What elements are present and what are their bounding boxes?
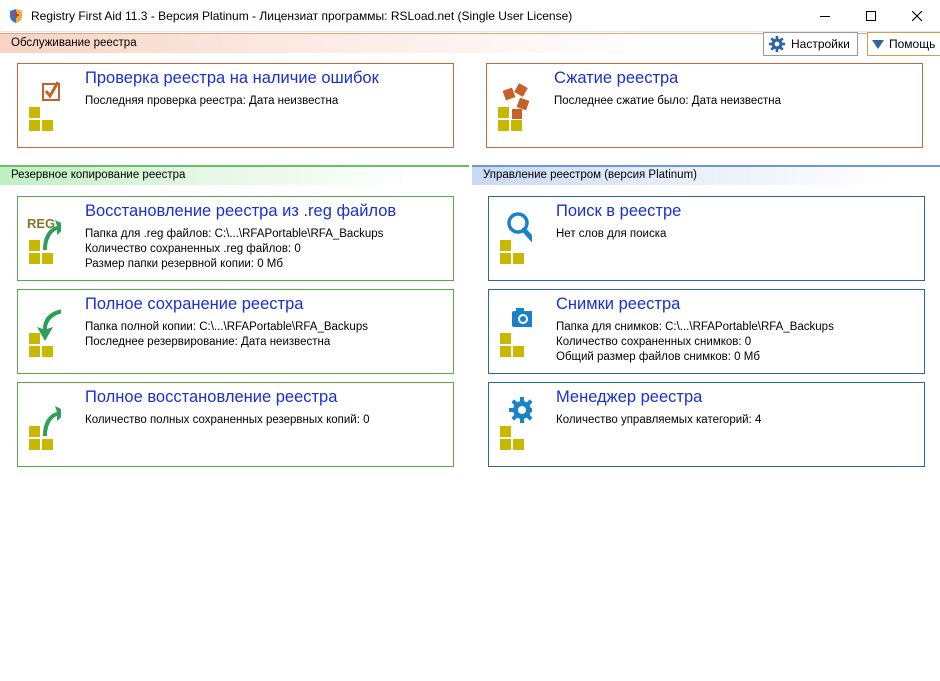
full-restore-count: Количество полных сохраненных резервных … [85, 414, 370, 426]
restore-arrow-icon [29, 406, 61, 450]
triangle-down-icon [872, 40, 884, 49]
restore-reg-title: Восстановление реестра из .reg файлов [85, 202, 397, 220]
full-restore-title: Полное восстановление реестра [85, 388, 338, 406]
restore-reg-size: Размер папки резервной копии: 0 Мб [85, 258, 283, 270]
registry-check-status: Последняя проверка реестра: Дата неизвес… [85, 95, 339, 107]
registry-search-status: Нет слов для поиска [556, 228, 667, 240]
registry-snapshots-count: Количество сохраненных снимков: 0 [556, 336, 752, 348]
registry-snapshots-folder: Папка для снимков: C:\...\RFAPortable\RF… [556, 321, 834, 333]
close-icon [912, 11, 922, 21]
title-bar: Registry First Aid 11.3 - Версия Platinu… [0, 0, 940, 32]
svg-text:REG: REG [27, 216, 55, 231]
full-restore-card[interactable]: Полное восстановление реестра Количество… [17, 382, 454, 467]
full-save-folder: Папка полной копии: C:\...\RFAPortable\R… [85, 321, 368, 333]
compress-blocks-icon [498, 83, 530, 131]
minimize-icon [820, 16, 830, 17]
gear-icon [768, 35, 786, 53]
registry-snapshots-size: Общий размер файлов снимков: 0 Мб [556, 351, 760, 363]
maximize-button[interactable] [848, 0, 894, 32]
close-button[interactable] [894, 0, 940, 32]
gear-icon [500, 397, 532, 450]
registry-search-title: Поиск в реестре [556, 202, 682, 220]
save-arrow-icon [29, 309, 61, 357]
registry-compress-title: Сжатие реестра [554, 69, 679, 87]
section-management-header: Управление реестром (версия Platinum) [472, 165, 940, 185]
registry-manager-title: Менеджер реестра [556, 388, 703, 406]
section-backup-header: Резервное копирование реестра [0, 165, 469, 185]
window-title: Registry First Aid 11.3 - Версия Platinu… [31, 9, 573, 23]
magnifier-icon [500, 212, 532, 264]
help-button[interactable]: Помощь [867, 32, 940, 56]
settings-button[interactable]: Настройки [763, 32, 858, 56]
restore-reg-card[interactable]: REG Восстановление реестра из .reg файло… [17, 196, 454, 281]
reg-restore-icon: REG [27, 216, 61, 264]
restore-reg-folder: Папка для .reg файлов: C:\...\RFAPortabl… [85, 228, 384, 240]
help-label: Помощь [889, 37, 936, 51]
registry-check-title: Проверка реестра на наличие ошибок [85, 69, 379, 87]
app-logo-icon [10, 9, 22, 23]
registry-compress-status: Последнее сжатие было: Дата неизвестна [554, 95, 782, 107]
restore-reg-count: Количество сохраненных .reg файлов: 0 [85, 243, 301, 255]
registry-snapshots-card[interactable]: Снимки реестра Папка для снимков: C:\...… [488, 289, 925, 374]
checkbox-checked-icon [29, 81, 60, 131]
full-save-card[interactable]: Полное сохранение реестра Папка полной к… [17, 289, 454, 374]
registry-manager-card[interactable]: Менеджер реестра Количество управляемых … [488, 382, 925, 467]
registry-compress-card[interactable]: Сжатие реестра Последнее сжатие было: Да… [486, 63, 923, 148]
registry-search-card[interactable]: Поиск в реестре Нет слов для поиска [488, 196, 925, 281]
camera-icon [500, 308, 532, 357]
maximize-icon [866, 11, 876, 21]
settings-label: Настройки [791, 37, 850, 51]
full-save-title: Полное сохранение реестра [85, 295, 304, 313]
minimize-button[interactable] [802, 0, 848, 32]
registry-snapshots-title: Снимки реестра [556, 295, 681, 313]
registry-manager-count: Количество управляемых категорий: 4 [556, 414, 762, 426]
registry-check-card[interactable]: Проверка реестра на наличие ошибок После… [17, 63, 454, 148]
full-save-last: Последнее резервирование: Дата неизвестн… [85, 336, 331, 348]
